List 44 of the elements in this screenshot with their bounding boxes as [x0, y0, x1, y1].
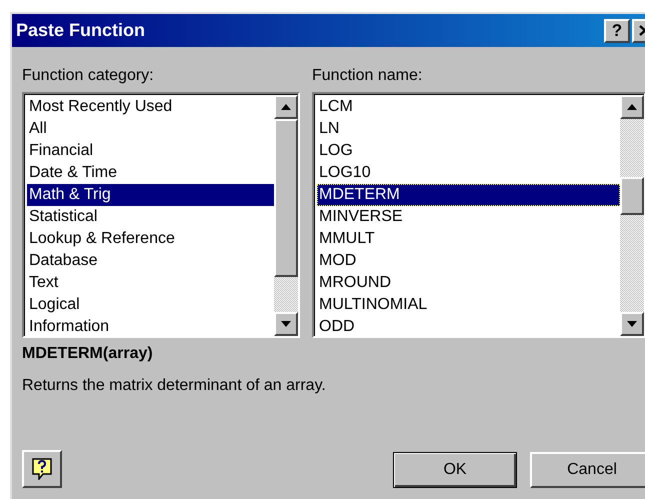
- help-title-button[interactable]: ?: [604, 18, 630, 42]
- window-title: Paste Function: [16, 19, 146, 42]
- scroll-up-button[interactable]: [620, 95, 644, 119]
- list-item[interactable]: LN: [317, 118, 620, 140]
- list-item[interactable]: Math & Trig: [27, 184, 274, 206]
- list-item[interactable]: LOG: [317, 140, 620, 162]
- help-bubble-icon: [32, 458, 52, 480]
- list-item[interactable]: Information: [27, 316, 274, 336]
- list-item[interactable]: Statistical: [27, 206, 274, 228]
- list-item[interactable]: ODD: [317, 316, 620, 336]
- list-item[interactable]: All: [27, 118, 274, 140]
- function-description: Returns the matrix determinant of an array.: [22, 376, 327, 396]
- list-item[interactable]: Text: [27, 272, 274, 294]
- up-triangle-icon: [281, 104, 291, 110]
- list-item[interactable]: MROUND: [317, 272, 620, 294]
- list-item[interactable]: MMULT: [317, 228, 620, 250]
- list-item[interactable]: MINVERSE: [317, 206, 620, 228]
- list-box[interactable]: LCM LN LOG LOG10 MDETERM MINVERSE MMULT MOD MROUND MULTINOMIAL ODD: [312, 92, 645, 338]
- scrollbar-thumb[interactable]: [274, 119, 298, 277]
- list-item[interactable]: Most Recently Used: [27, 96, 274, 118]
- scroll-down-button[interactable]: [274, 312, 298, 336]
- list-item[interactable]: Lookup & Reference: [27, 228, 274, 250]
- help-button[interactable]: [22, 450, 62, 488]
- list-item[interactable]: Date & Time: [27, 162, 274, 184]
- scroll-up-button[interactable]: [274, 95, 298, 119]
- list-item[interactable]: LCM: [317, 96, 620, 118]
- scrollbar-thumb[interactable]: [620, 177, 644, 215]
- function-syntax: MDETERM(array): [22, 344, 154, 364]
- list-label: Function category:: [22, 66, 155, 86]
- down-triangle-icon: [627, 321, 637, 327]
- cancel-button[interactable]: Cancel: [530, 452, 645, 488]
- list-item[interactable]: Logical: [27, 294, 274, 316]
- list-item[interactable]: Database: [27, 250, 274, 272]
- ok-button[interactable]: OK: [393, 452, 517, 488]
- list-item[interactable]: MOD: [317, 250, 620, 272]
- down-triangle-icon: [281, 321, 291, 327]
- list-label: Function name:: [312, 66, 424, 86]
- up-triangle-icon: [627, 104, 637, 110]
- list-item[interactable]: MULTINOMIAL: [317, 294, 620, 316]
- scroll-down-button[interactable]: [620, 312, 644, 336]
- list-box[interactable]: Most Recently Used All Financial Date & Time Math & Trig Statistical Lookup & Reference Database Text Logical Information: [22, 92, 300, 338]
- list-item[interactable]: MDETERM: [317, 184, 620, 206]
- list-item[interactable]: LOG10: [317, 162, 620, 184]
- list-item[interactable]: Financial: [27, 140, 274, 162]
